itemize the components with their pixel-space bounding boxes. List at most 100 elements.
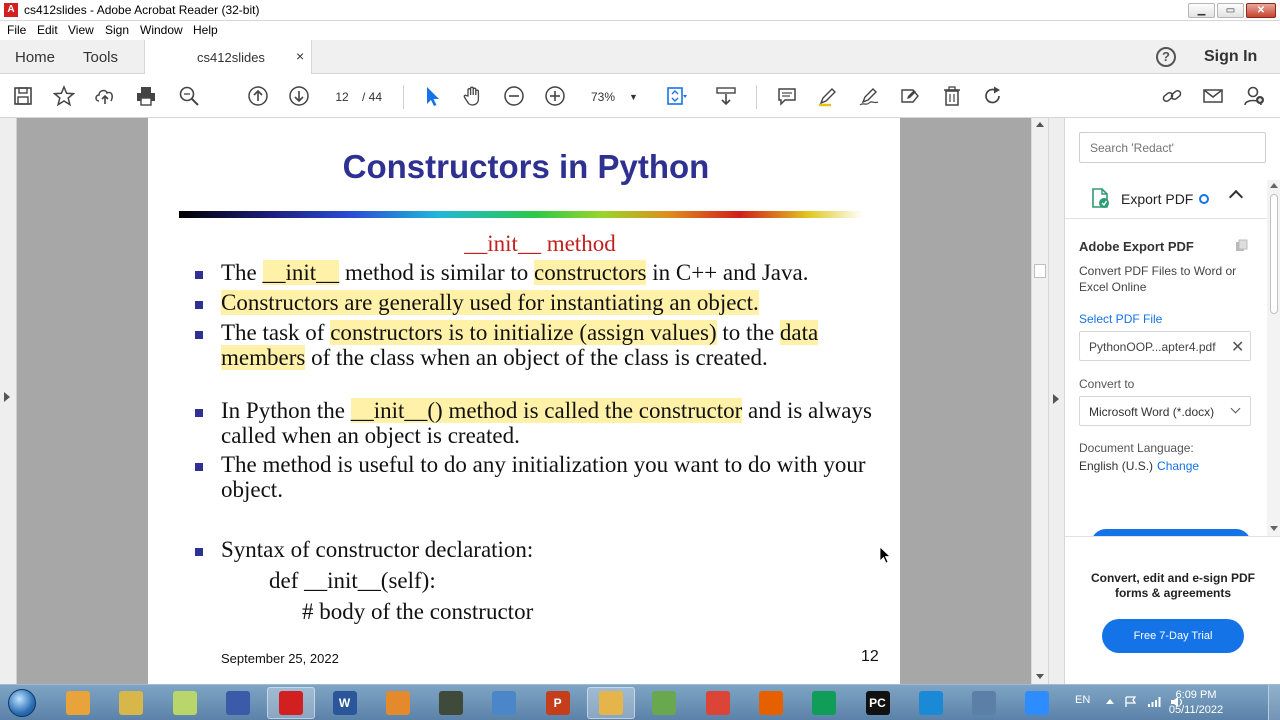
select-cursor-icon[interactable]	[420, 84, 444, 108]
file-explorer-icon	[599, 691, 623, 715]
show-hidden-icons-icon[interactable]	[1106, 699, 1114, 704]
previous-page-icon[interactable]	[246, 84, 270, 108]
taskbar-app[interactable]	[107, 687, 155, 719]
remove-file-icon[interactable]: ✕	[1231, 337, 1244, 357]
taskbar-app[interactable]	[54, 687, 102, 719]
bullet-marker	[195, 331, 203, 339]
cloud-upload-icon[interactable]	[93, 84, 117, 108]
scroll-thumb[interactable]	[1270, 194, 1278, 314]
chrome-alt-icon	[812, 691, 837, 715]
network-icon[interactable]	[1147, 696, 1161, 708]
select-pdf-file-link[interactable]: Select PDF File	[1079, 312, 1162, 326]
taskbar-app[interactable]	[267, 687, 316, 719]
language-indicator[interactable]: EN	[1075, 694, 1090, 706]
taskbar-app[interactable]: PC	[854, 687, 902, 719]
print-icon[interactable]	[134, 84, 158, 108]
pane-scrollbar[interactable]	[1267, 180, 1280, 536]
change-language-link[interactable]: Change	[1157, 459, 1199, 473]
document-area[interactable]: Constructors in Python __init__ method T…	[0, 118, 1048, 684]
search-input[interactable]	[1079, 132, 1266, 163]
windows-logo-icon	[8, 689, 36, 717]
menu-view[interactable]: View	[68, 23, 94, 37]
fill-sign-icon[interactable]	[898, 84, 922, 108]
menu-sign[interactable]: Sign	[105, 23, 129, 37]
close-button[interactable]: ✕	[1246, 3, 1276, 18]
scroll-up-icon[interactable]	[1036, 122, 1044, 127]
rotate-icon[interactable]	[981, 84, 1005, 108]
taskbar-app[interactable]	[214, 687, 262, 719]
minimize-button[interactable]: ▁	[1188, 3, 1215, 18]
tools-icon	[119, 691, 144, 715]
menu-help[interactable]: Help	[193, 23, 218, 37]
taskbar-app[interactable]	[907, 687, 955, 719]
copy-icon[interactable]	[1235, 239, 1249, 253]
email-icon[interactable]	[1201, 84, 1225, 108]
taskbar-app[interactable]	[694, 687, 742, 719]
scroll-mode-icon[interactable]	[714, 84, 738, 108]
link-icon[interactable]	[1160, 84, 1184, 108]
next-page-icon[interactable]	[287, 84, 311, 108]
sign-in-button[interactable]: Sign In	[1204, 48, 1257, 66]
maximize-button[interactable]: ▭	[1217, 3, 1244, 18]
tab-document[interactable]: cs412slides ×	[144, 40, 312, 74]
taskbar-app[interactable]	[161, 687, 209, 719]
zoom-search-icon[interactable]	[177, 84, 201, 108]
zoom-dropdown[interactable]: 73% ▼	[583, 87, 643, 107]
menu-window[interactable]: Window	[140, 23, 183, 37]
selected-file-field[interactable]: PythonOOP...apter4.pdf ✕	[1079, 331, 1251, 361]
start-button[interactable]	[2, 686, 42, 720]
menu-file[interactable]: File	[7, 23, 26, 37]
zoom-in-icon[interactable]	[543, 84, 567, 108]
show-desktop-button[interactable]	[1268, 685, 1280, 720]
page-number-input[interactable]: 12	[327, 87, 357, 107]
taskbar-app[interactable]	[747, 687, 795, 719]
share-user-icon[interactable]	[1242, 84, 1266, 108]
comment-icon[interactable]	[775, 84, 799, 108]
highlight-pen-icon[interactable]	[816, 84, 840, 108]
bullet-marker	[195, 548, 203, 556]
star-icon[interactable]	[52, 84, 76, 108]
clock-date: 05/11/2022	[1168, 704, 1224, 716]
fit-page-icon[interactable]	[664, 84, 688, 108]
taskbar-app[interactable]	[427, 687, 475, 719]
vertical-scrollbar[interactable]	[1031, 118, 1048, 684]
convert-button[interactable]	[1091, 529, 1251, 536]
infinity-icon	[225, 691, 250, 715]
free-trial-button[interactable]: Free 7-Day Trial	[1102, 619, 1244, 653]
scroll-down-icon[interactable]	[1270, 526, 1278, 531]
taskbar-app[interactable]	[1013, 687, 1061, 719]
left-panel-toggle[interactable]	[0, 118, 17, 684]
clock[interactable]: 6:09 PM 05/11/2022	[1160, 688, 1232, 718]
tab-tools[interactable]: Tools	[83, 49, 118, 66]
convert-to-dropdown[interactable]: Microsoft Word (*.docx)	[1079, 396, 1251, 426]
flag-icon[interactable]	[1124, 696, 1138, 708]
zoom-value: 73%	[591, 90, 616, 104]
scroll-up-icon[interactable]	[1270, 183, 1278, 188]
scroll-thumb[interactable]	[1034, 264, 1046, 278]
export-pdf-header[interactable]: Export PDF	[1065, 178, 1267, 218]
delete-icon[interactable]	[940, 84, 964, 108]
menu-edit[interactable]: Edit	[37, 23, 58, 37]
taskbar-app[interactable]	[587, 687, 635, 719]
zoom-out-icon[interactable]	[502, 84, 526, 108]
hand-tool-icon[interactable]	[461, 84, 485, 108]
save-icon[interactable]	[11, 84, 35, 108]
remote-desktop-icon	[972, 691, 997, 715]
taskbar-app[interactable]	[640, 687, 688, 719]
help-icon[interactable]: ?	[1156, 47, 1176, 67]
tab-close-icon[interactable]: ×	[296, 48, 304, 64]
chevron-up-icon[interactable]	[1228, 189, 1244, 205]
slide-title: Constructors in Python	[342, 148, 710, 185]
taskbar-app[interactable]	[374, 687, 422, 719]
clock-time: 6:09 PM	[1175, 689, 1217, 701]
chrome-icon	[705, 691, 730, 715]
sign-icon[interactable]	[857, 84, 881, 108]
tab-home[interactable]: Home	[15, 49, 55, 66]
taskbar-app[interactable]	[960, 687, 1008, 719]
scroll-down-icon[interactable]	[1036, 674, 1044, 679]
right-pane-toggle[interactable]	[1048, 118, 1064, 684]
taskbar-app[interactable]: W	[321, 687, 369, 719]
taskbar-app[interactable]	[800, 687, 848, 719]
taskbar-app[interactable]	[480, 687, 528, 719]
taskbar-app[interactable]: P	[534, 687, 582, 719]
